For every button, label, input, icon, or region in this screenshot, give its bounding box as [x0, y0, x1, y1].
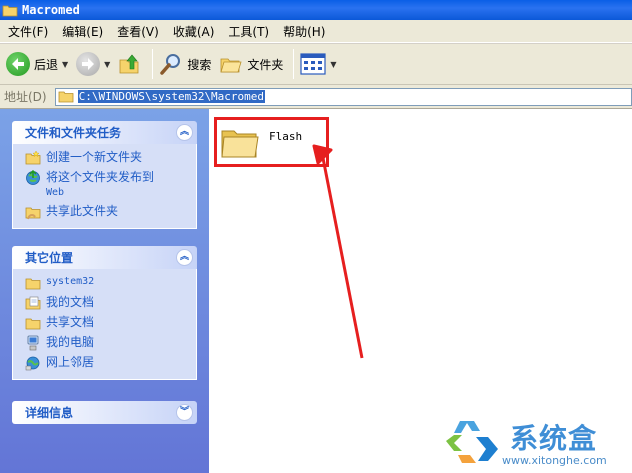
other-places-panel: 其它位置 ︽ system32 我的文档 共享文档 我的电脑 网上邻居 — [12, 246, 197, 380]
task-label-line2: Web — [46, 187, 65, 198]
place-network[interactable]: 网上邻居 — [25, 355, 196, 371]
shared-documents-icon — [25, 318, 41, 330]
publish-web-icon — [26, 170, 40, 185]
folder-icon — [221, 130, 259, 158]
views-icon — [300, 53, 326, 75]
folders-button[interactable]: 文件夹 — [219, 52, 283, 76]
task-publish-web[interactable]: 将这个文件夹发布到 Web — [25, 170, 196, 200]
back-label: 后退 — [34, 57, 59, 72]
file-tasks-panel: 文件和文件夹任务 ︽ 创建一个新文件夹 将这个文件夹发布到 Web 共享此文件夹 — [12, 121, 197, 229]
address-input[interactable]: C:\WINDOWS\system32\Macromed — [54, 87, 632, 106]
new-folder-icon — [25, 150, 41, 165]
place-label: 我的电脑 — [46, 335, 95, 349]
share-folder-icon — [25, 207, 41, 220]
window-title: Macromed — [22, 3, 80, 17]
watermark-url: www.xitonghe.com — [502, 454, 607, 467]
network-places-icon — [25, 356, 40, 371]
views-button[interactable]: ▼ — [300, 53, 337, 75]
watermark-logo-icon — [446, 421, 498, 463]
back-button[interactable]: 后退 ▼ — [6, 52, 68, 76]
panel-header[interactable]: 详细信息 ︾ — [12, 401, 197, 424]
menu-file[interactable]: 文件(F) — [8, 23, 48, 40]
menu-favorites[interactable]: 收藏(A) — [173, 23, 215, 40]
up-folder-button[interactable] — [118, 52, 142, 76]
toolbar-separator — [293, 49, 295, 79]
address-value[interactable]: C:\WINDOWS\system32\Macromed — [77, 90, 266, 103]
folders-label: 文件夹 — [247, 57, 284, 72]
chevron-down-icon[interactable]: ▼ — [62, 60, 68, 69]
my-computer-icon — [27, 335, 39, 351]
menu-help[interactable]: 帮助(H) — [283, 23, 325, 40]
file-item-flash[interactable]: Flash — [214, 117, 329, 167]
details-panel: 详细信息 ︾ — [12, 401, 197, 424]
task-label: 将这个文件夹发布到 Web — [46, 170, 154, 200]
back-arrow-icon — [6, 52, 30, 76]
panel-body: 创建一个新文件夹 将这个文件夹发布到 Web 共享此文件夹 — [12, 144, 197, 229]
task-new-folder[interactable]: 创建一个新文件夹 — [25, 150, 196, 166]
title-bar: Macromed — [0, 0, 632, 20]
task-label: 共享此文件夹 — [46, 204, 119, 218]
toolbar: 后退 ▼ ▼ 搜索 文件夹 ▼ — [0, 43, 632, 85]
forward-arrow-icon — [76, 52, 101, 76]
expand-icon[interactable]: ︾ — [176, 404, 193, 421]
menu-edit[interactable]: 编辑(E) — [62, 23, 103, 40]
panel-header[interactable]: 文件和文件夹任务 ︽ — [12, 121, 197, 144]
panel-body: system32 我的文档 共享文档 我的电脑 网上邻居 — [12, 269, 197, 380]
toolbar-separator — [152, 49, 154, 79]
search-icon — [160, 54, 181, 75]
menu-view[interactable]: 查看(V) — [117, 23, 159, 40]
address-label: 地址(D) — [4, 90, 47, 104]
place-my-documents[interactable]: 我的文档 — [25, 295, 196, 311]
task-pane: 文件和文件夹任务 ︽ 创建一个新文件夹 将这个文件夹发布到 Web 共享此文件夹… — [0, 109, 209, 473]
place-system32[interactable]: system32 — [25, 275, 196, 291]
folder-icon — [2, 5, 18, 16]
place-shared-documents[interactable]: 共享文档 — [25, 315, 196, 331]
folder-icon — [25, 278, 41, 290]
file-name: Flash — [269, 129, 303, 143]
folders-icon — [220, 58, 242, 73]
folder-icon — [58, 91, 74, 103]
place-label: 网上邻居 — [46, 355, 95, 369]
task-label-line1: 将这个文件夹发布到 — [46, 170, 155, 184]
panel-title: 文件和文件夹任务 — [25, 126, 122, 140]
watermark: 系统盒 www.xitonghe.com — [440, 413, 630, 471]
panel-title: 详细信息 — [25, 406, 74, 420]
collapse-icon[interactable]: ︽ — [176, 249, 193, 266]
menu-tools[interactable]: 工具(T) — [228, 23, 269, 40]
panel-title: 其它位置 — [25, 251, 74, 265]
up-folder-icon — [119, 54, 139, 74]
menu-bar: 文件(F) 编辑(E) 查看(V) 收藏(A) 工具(T) 帮助(H) — [0, 20, 632, 43]
collapse-icon[interactable]: ︽ — [176, 124, 193, 141]
watermark-name: 系统盒 — [510, 422, 598, 455]
search-label: 搜索 — [187, 57, 212, 72]
chevron-down-icon[interactable]: ▼ — [104, 60, 110, 69]
place-label: system32 — [46, 276, 95, 287]
task-label: 创建一个新文件夹 — [46, 150, 143, 164]
panel-header[interactable]: 其它位置 ︽ — [12, 246, 197, 269]
search-button[interactable]: 搜索 — [159, 52, 211, 76]
forward-button[interactable]: ▼ — [76, 52, 110, 76]
place-label: 我的文档 — [46, 295, 95, 309]
place-label: 共享文档 — [46, 315, 95, 329]
task-share-folder[interactable]: 共享此文件夹 — [25, 204, 196, 220]
chevron-down-icon[interactable]: ▼ — [330, 60, 336, 69]
place-my-computer[interactable]: 我的电脑 — [25, 335, 196, 351]
my-documents-icon — [25, 296, 41, 310]
address-bar: 地址(D) C:\WINDOWS\system32\Macromed — [0, 85, 632, 109]
